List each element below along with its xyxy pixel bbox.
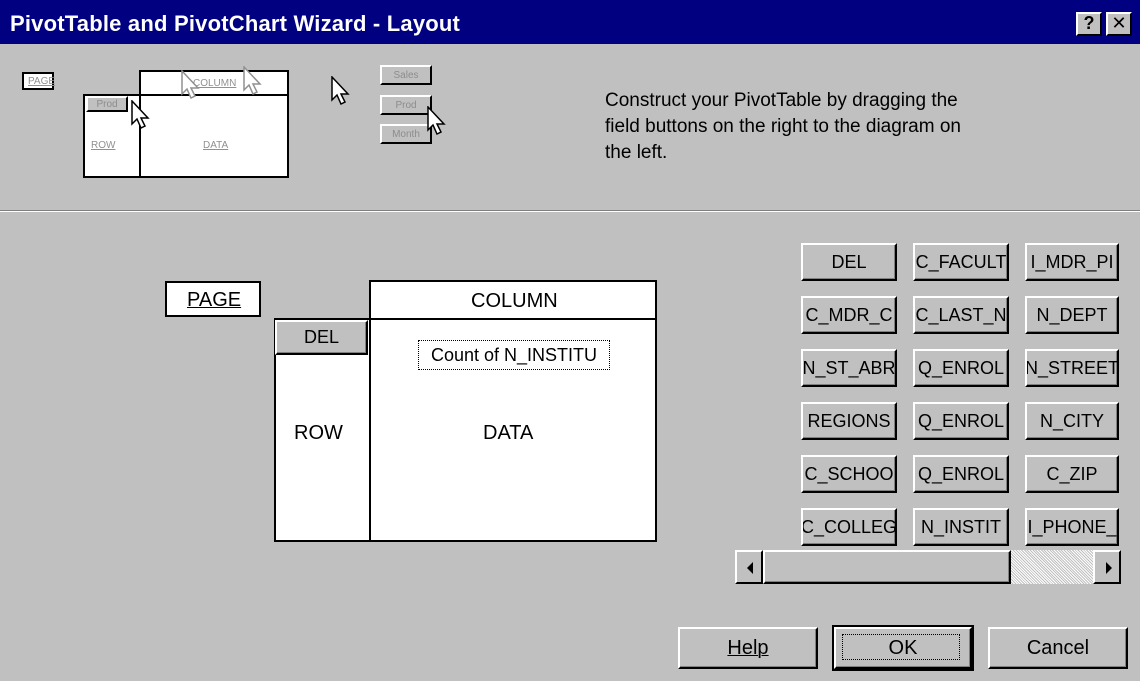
illustration-data-area: DATA: [139, 94, 289, 178]
field-button[interactable]: N_INSTIT: [913, 508, 1009, 546]
scroll-thumb[interactable]: [763, 550, 1011, 584]
close-icon[interactable]: ✕: [1106, 12, 1132, 36]
column-drop-area[interactable]: COLUMN: [369, 280, 657, 320]
field-list: DEL C_FACULT I_MDR_PI C_MDR_C C_LAST_N N…: [801, 243, 1123, 546]
illustration-prod-button: Prod: [380, 95, 432, 115]
illustration-row-label: ROW: [91, 140, 116, 151]
field-button[interactable]: N_STREET: [1025, 349, 1119, 387]
illustration-sales-button: Sales: [380, 65, 432, 85]
field-button[interactable]: Q_ENROL: [913, 349, 1009, 387]
scroll-track[interactable]: [1011, 550, 1093, 584]
field-button[interactable]: N_DEPT: [1025, 296, 1119, 334]
illustration-page-area: PAGE: [22, 72, 56, 90]
instructions-text: Construct your PivotTable by dragging th…: [605, 90, 961, 163]
column-label: COLUMN: [471, 290, 558, 312]
help-icon[interactable]: ?: [1076, 12, 1102, 36]
cursor-icon: [331, 76, 350, 106]
cursor-icon: [427, 106, 446, 136]
page-drop-area[interactable]: PAGE: [165, 281, 261, 317]
cursor-icon: [131, 100, 150, 130]
field-button[interactable]: C_LAST_N: [913, 296, 1009, 334]
cancel-button[interactable]: Cancel: [988, 627, 1128, 669]
divider: [0, 210, 1140, 212]
field-button[interactable]: Q_ENROL: [913, 455, 1009, 493]
field-button[interactable]: C_ZIP: [1025, 455, 1119, 493]
data-label: DATA: [483, 422, 534, 444]
field-button[interactable]: N_ST_ABR: [801, 349, 897, 387]
window-title: PivotTable and PivotChart Wizard - Layou…: [10, 11, 461, 36]
field-button[interactable]: REGIONS: [801, 402, 897, 440]
field-button[interactable]: N_CITY: [1025, 402, 1119, 440]
ok-button[interactable]: OK: [832, 625, 974, 671]
field-button[interactable]: C_FACULT: [913, 243, 1009, 281]
field-button[interactable]: DEL: [801, 243, 897, 281]
row-field-button[interactable]: DEL: [275, 320, 368, 355]
field-button[interactable]: I_PHONE_: [1025, 508, 1119, 546]
help-button[interactable]: Help: [678, 627, 818, 669]
data-field-label: Count of N_INSTITU: [430, 344, 598, 365]
illustration-data-label: DATA: [203, 140, 229, 151]
arrow-right-icon: [1106, 562, 1112, 574]
title-bar: PivotTable and PivotChart Wizard - Layou…: [0, 0, 1140, 44]
illustration-prod-row-button: Prod: [86, 96, 128, 112]
field-button[interactable]: Q_ENROL: [913, 402, 1009, 440]
field-scrollbar[interactable]: [735, 550, 1121, 584]
data-field-button[interactable]: Count of N_INSTITU: [418, 340, 610, 370]
field-button[interactable]: C_SCHOO: [801, 455, 897, 493]
layout-illustration: PAGE COLUMN ROW DATA Prod Sales Prod Mon…: [20, 65, 446, 190]
row-field-label: DEL: [303, 327, 339, 347]
field-button[interactable]: C_MDR_C: [801, 296, 897, 334]
illustration-page-label: PAGE: [28, 76, 56, 87]
field-button[interactable]: I_MDR_PI: [1025, 243, 1119, 281]
field-button[interactable]: C_COLLEG: [801, 508, 897, 546]
row-label: ROW: [294, 422, 343, 444]
arrow-left-icon: [747, 562, 753, 574]
cursor-icon: [243, 66, 262, 96]
scroll-right-button[interactable]: [1093, 550, 1121, 584]
scroll-left-button[interactable]: [735, 550, 763, 584]
cursor-icon: [181, 70, 200, 100]
illustration-month-button: Month: [380, 124, 432, 144]
page-label: PAGE: [187, 289, 242, 311]
illustration-column-area: COLUMN: [139, 70, 289, 96]
